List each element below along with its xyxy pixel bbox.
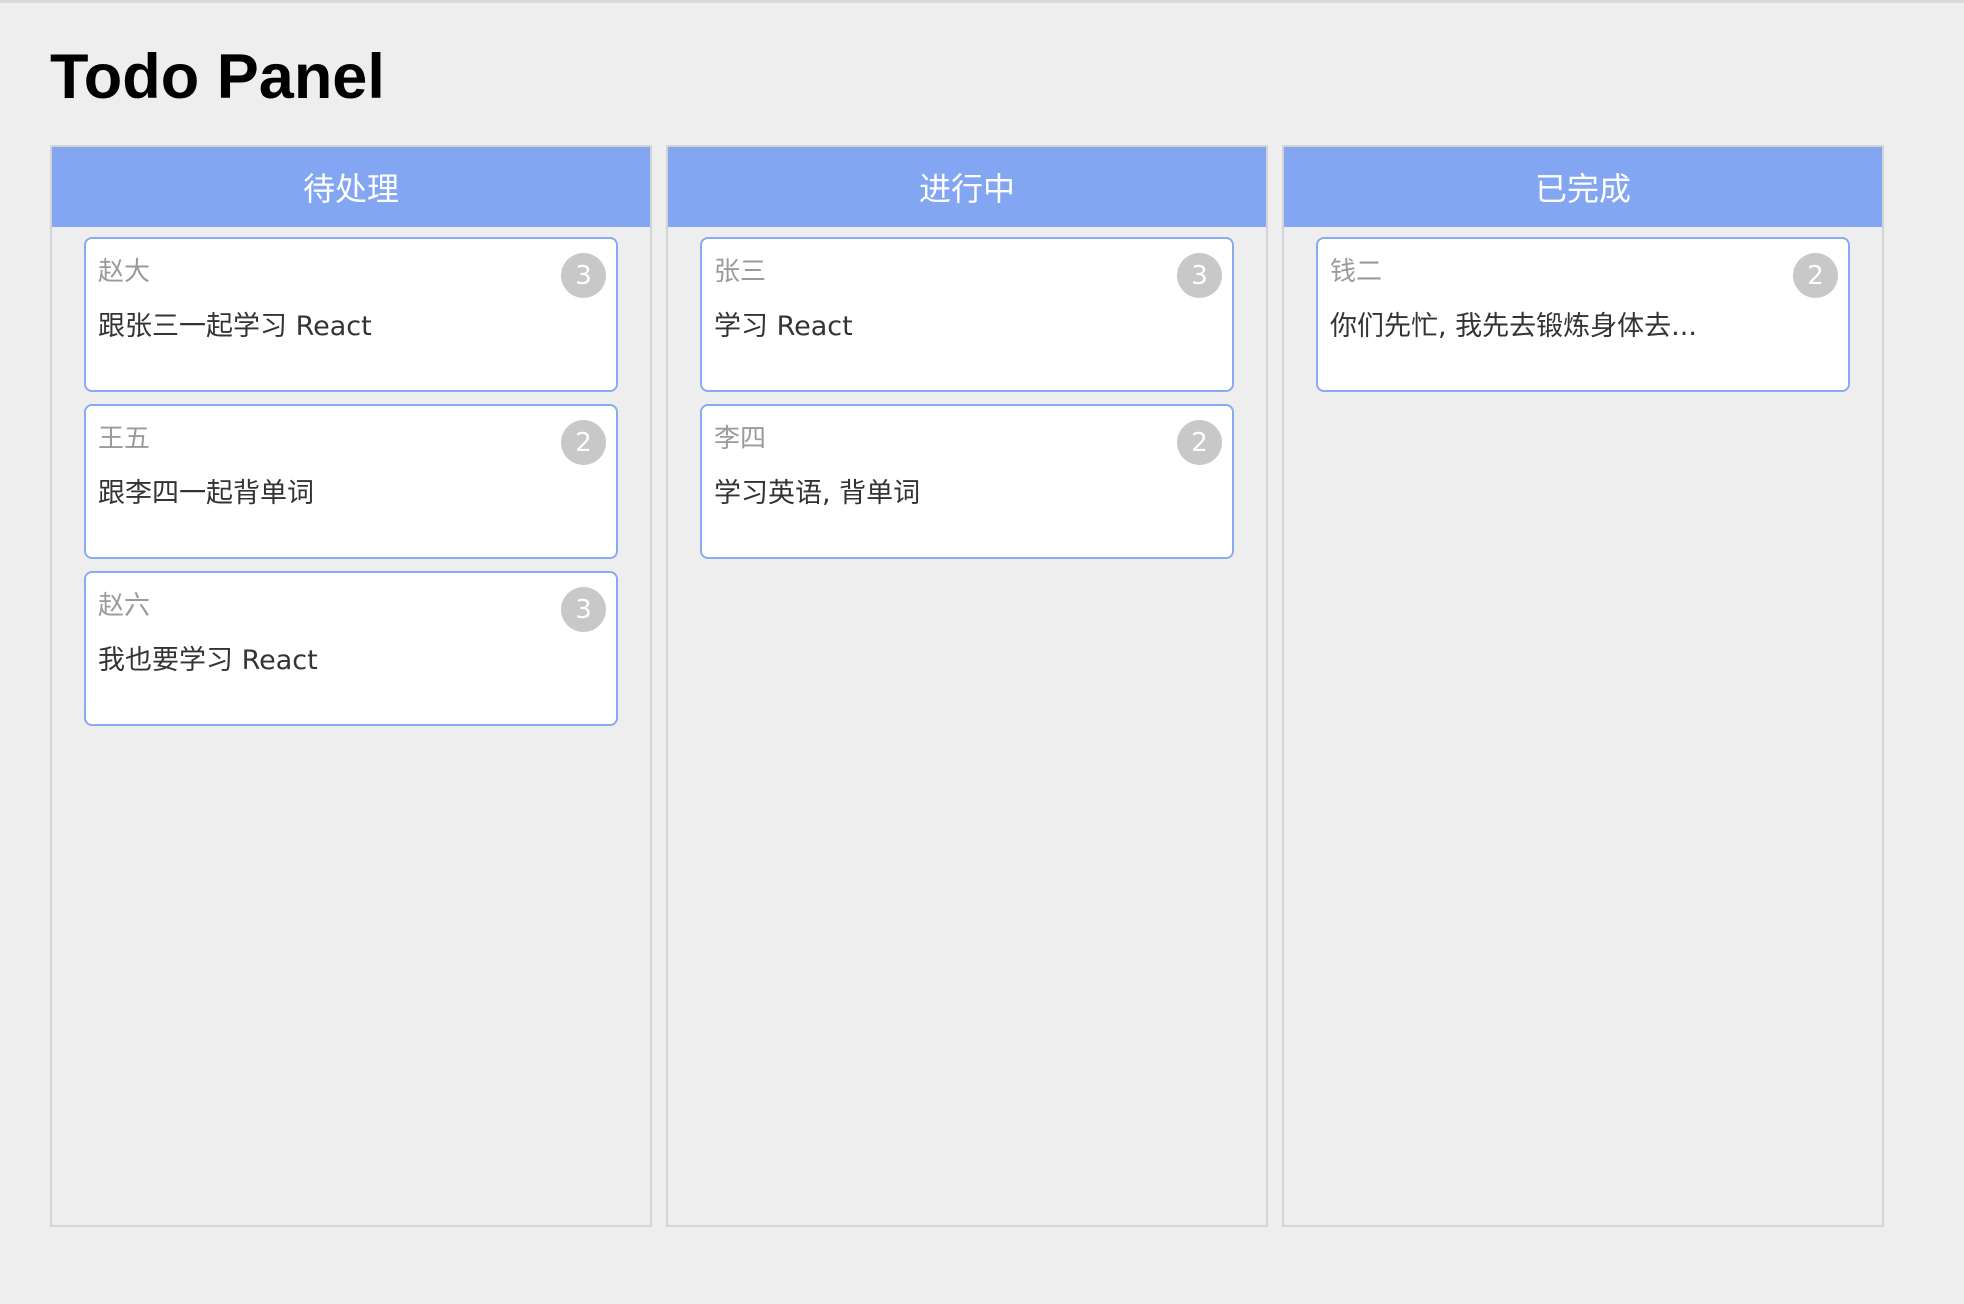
column-header-done: 已完成: [1284, 147, 1882, 227]
card-owner: 王五: [98, 424, 151, 454]
card-list-pending: 赵大 3 跟张三一起学习 React 王五 2 跟李四一起背单词 赵六 3 我也…: [52, 227, 650, 726]
column-header-in-progress: 进行中: [668, 147, 1266, 227]
card-count-badge: 3: [561, 253, 606, 298]
todo-card[interactable]: 王五 2 跟李四一起背单词: [84, 404, 618, 559]
card-owner: 李四: [714, 424, 767, 454]
todo-card[interactable]: 钱二 2 你们先忙, 我先去锻炼身体去...: [1316, 237, 1850, 392]
card-text: 学习英语, 背单词: [714, 478, 921, 509]
card-text: 跟李四一起背单词: [98, 478, 314, 509]
todo-card[interactable]: 张三 3 学习 React: [700, 237, 1234, 392]
column-pending: 待处理 赵大 3 跟张三一起学习 React 王五 2 跟李四一起背单词 赵六 …: [50, 145, 652, 1227]
card-count-badge: 3: [561, 587, 606, 632]
card-owner: 赵六: [98, 591, 151, 621]
card-owner: 张三: [714, 257, 767, 287]
card-list-in-progress: 张三 3 学习 React 李四 2 学习英语, 背单词: [668, 227, 1266, 559]
todo-card[interactable]: 李四 2 学习英语, 背单词: [700, 404, 1234, 559]
card-count-badge: 3: [1177, 253, 1222, 298]
card-count-badge: 2: [1177, 420, 1222, 465]
card-text: 我也要学习 React: [98, 645, 318, 676]
card-owner: 钱二: [1330, 257, 1383, 287]
card-count-badge: 2: [1793, 253, 1838, 298]
card-owner: 赵大: [98, 257, 151, 287]
todo-board: 待处理 赵大 3 跟张三一起学习 React 王五 2 跟李四一起背单词 赵六 …: [50, 145, 1884, 1227]
page-title: Todo Panel: [50, 42, 385, 112]
card-text: 你们先忙, 我先去锻炼身体去...: [1330, 311, 1697, 342]
card-text: 学习 React: [714, 311, 853, 342]
card-count-badge: 2: [561, 420, 606, 465]
column-done: 已完成 钱二 2 你们先忙, 我先去锻炼身体去...: [1282, 145, 1884, 1227]
card-list-done: 钱二 2 你们先忙, 我先去锻炼身体去...: [1284, 227, 1882, 392]
column-header-pending: 待处理: [52, 147, 650, 227]
todo-card[interactable]: 赵六 3 我也要学习 React: [84, 571, 618, 726]
todo-card[interactable]: 赵大 3 跟张三一起学习 React: [84, 237, 618, 392]
card-text: 跟张三一起学习 React: [98, 311, 372, 342]
column-in-progress: 进行中 张三 3 学习 React 李四 2 学习英语, 背单词: [666, 145, 1268, 1227]
